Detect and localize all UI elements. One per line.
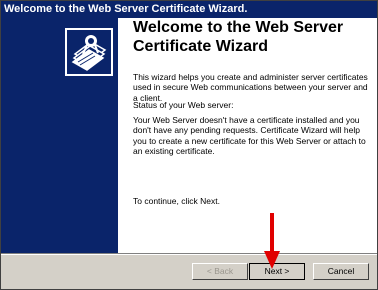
wizard-banner [1,18,118,253]
title-bar: Welcome to the Web Server Certificate Wi… [1,1,377,18]
continue-text: To continue, click Next. [133,196,220,206]
certificate-icon [65,28,113,76]
status-label: Status of your Web server: [133,100,234,110]
red-arrow-icon [264,213,280,269]
separator-highlight [1,254,377,255]
cancel-button[interactable]: Cancel [313,263,369,280]
wizard-heading-line2: Certificate Wizard [133,38,268,55]
intro-text: This wizard helps you create and adminis… [133,72,368,103]
wizard-heading-line1: Welcome to the Web Server [133,19,344,36]
back-button[interactable]: < Back [192,263,248,280]
wizard-heading: Welcome to the Web Server Certificate Wi… [133,18,371,56]
wizard-window: Welcome to the Web Server Certificate Wi… [0,0,378,290]
status-text: Your Web Server doesn't have a certifica… [133,115,366,157]
wizard-content: Welcome to the Web Server Certificate Wi… [1,18,377,253]
